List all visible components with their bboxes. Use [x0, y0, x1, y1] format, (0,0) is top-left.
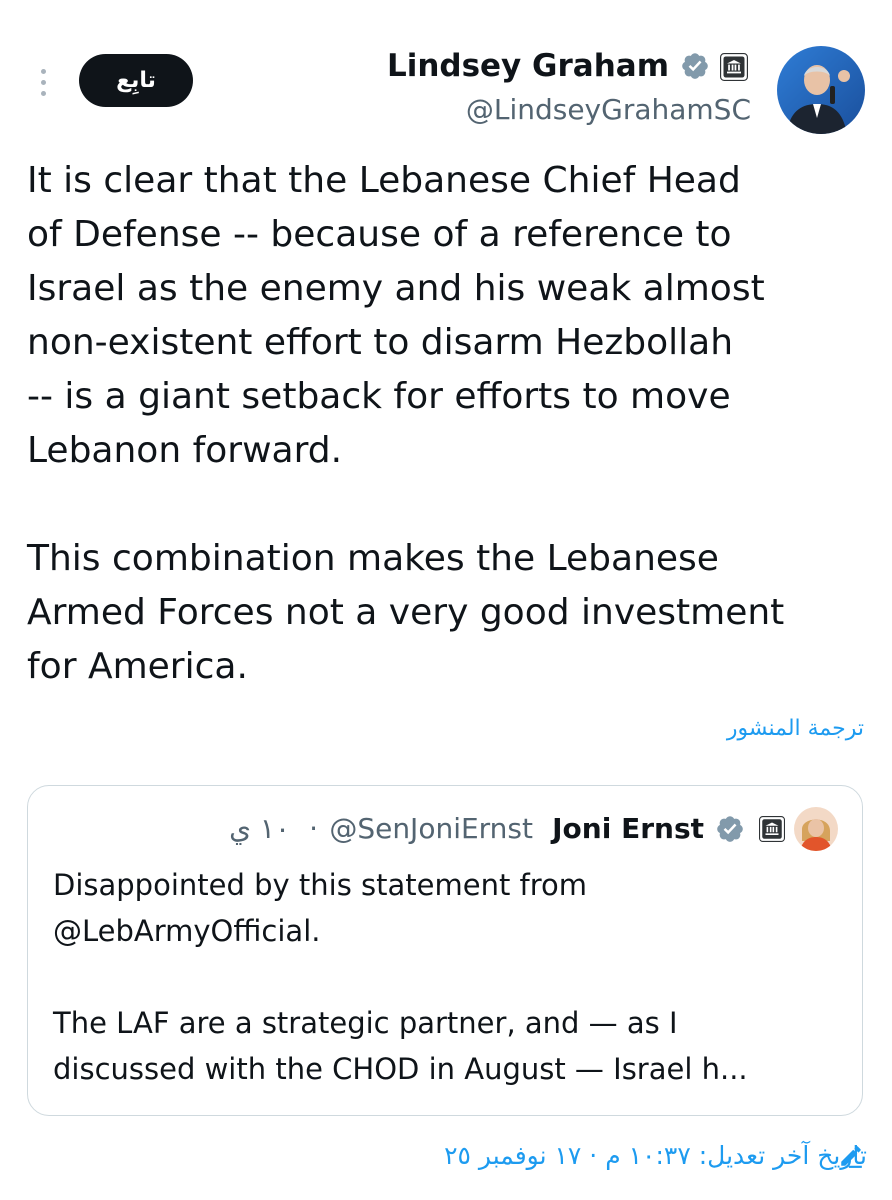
- separator-dot: ·: [309, 812, 318, 845]
- follow-button[interactable]: تابِع: [79, 54, 193, 107]
- more-vertical-icon: [40, 68, 46, 74]
- government-building-icon: [759, 816, 785, 842]
- more-options-button[interactable]: [30, 62, 56, 102]
- quoted-tweet-text: Disappointed by this statement from @Leb…: [53, 868, 748, 1086]
- author-handle[interactable]: @LindseyGrahamSC: [466, 90, 751, 130]
- quoted-author-avatar[interactable]: [794, 807, 838, 851]
- verified-badge-icon: [682, 53, 708, 79]
- quoted-author-handle[interactable]: @SenJoniErnst: [329, 810, 533, 848]
- government-building-icon: [720, 53, 748, 81]
- quoted-author-name[interactable]: Joni Ernst: [552, 810, 704, 848]
- more-dot: [40, 90, 46, 96]
- verified-badge-icon: [717, 816, 743, 842]
- author-display-name[interactable]: Lindsey Graham: [387, 46, 669, 86]
- tweet-text: It is clear that the Lebanese Chief Head…: [27, 160, 785, 687]
- translate-post-link[interactable]: ترجمة المنشور: [727, 716, 864, 741]
- last-edited-link[interactable]: تاريخ آخر تعديل: ١٠:٣٧ م · ١٧ نوفمبر ٢٥: [444, 1136, 867, 1176]
- quoted-tweet-time[interactable]: ١٠ ي: [229, 810, 290, 848]
- more-dot: [40, 79, 46, 85]
- author-avatar[interactable]: [777, 46, 865, 134]
